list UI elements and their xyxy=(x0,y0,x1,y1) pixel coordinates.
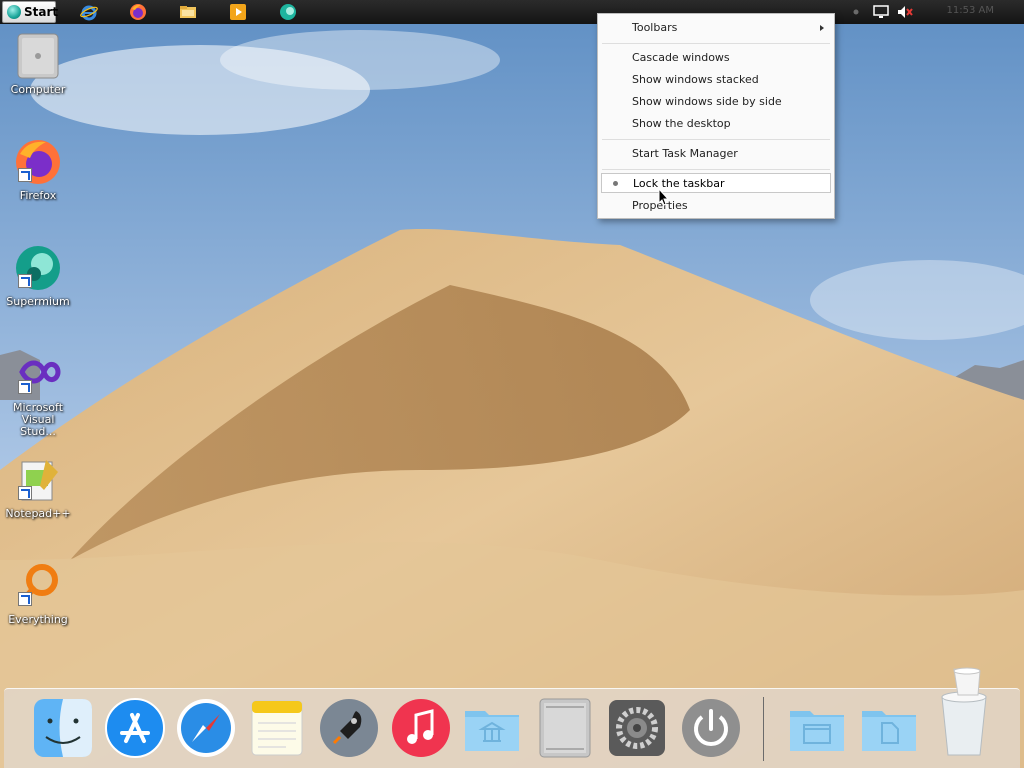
volume-muted-icon[interactable] xyxy=(897,4,913,20)
finder-icon[interactable] xyxy=(32,697,94,759)
menu-separator xyxy=(602,169,830,170)
desktop-icon-label: Everything xyxy=(8,613,68,626)
documents-folder-icon[interactable] xyxy=(786,697,848,759)
start-label: Start xyxy=(24,5,59,19)
trash-icon[interactable] xyxy=(934,667,994,757)
desktop-icon-notepad-plus-plus[interactable]: Notepad++ xyxy=(4,456,72,520)
app-store-icon[interactable] xyxy=(104,697,166,759)
mac-pro-icon[interactable] xyxy=(534,697,596,759)
itunes-icon[interactable] xyxy=(390,697,452,759)
menu-item-show-windows-side-by-side[interactable]: Show windows side by side xyxy=(598,92,834,112)
shortcut-arrow-icon xyxy=(18,274,32,288)
supermium-icon[interactable] xyxy=(279,3,297,21)
menu-item-start-task-manager[interactable]: Start Task Manager xyxy=(598,144,834,164)
desktop-icon-supermium[interactable]: Supermium xyxy=(4,244,72,308)
applications-folder-icon[interactable] xyxy=(461,697,523,759)
desktop-icon-label: Firefox xyxy=(19,189,57,202)
shortcut-arrow-icon xyxy=(18,486,32,500)
taskbar-context-menu: Toolbars Cascade windows Show windows st… xyxy=(597,13,835,219)
menu-item-show-windows-stacked[interactable]: Show windows stacked xyxy=(598,70,834,90)
shortcut-arrow-icon xyxy=(18,168,32,182)
taskbar: Start 11:53 AM xyxy=(0,0,1024,24)
safari-icon[interactable] xyxy=(175,697,237,759)
computer-icon xyxy=(17,33,59,79)
desktop-icon-label: Supermium xyxy=(6,295,70,308)
desktop-icon-everything[interactable]: Everything xyxy=(4,562,72,626)
menu-item-lock-the-taskbar[interactable]: Lock the taskbar xyxy=(601,173,831,193)
shutdown-icon[interactable] xyxy=(680,697,742,759)
menu-item-properties[interactable]: Properties xyxy=(598,196,834,216)
menu-separator xyxy=(602,139,830,140)
notification-dot-icon xyxy=(853,9,859,15)
desktop-icon-firefox[interactable]: Firefox xyxy=(4,138,72,202)
dock-separator xyxy=(763,697,764,761)
desktop[interactable]: Start 11:53 AM Computer Firefox Supermiu… xyxy=(0,0,1024,768)
downloads-folder-icon[interactable] xyxy=(858,697,920,759)
menu-separator xyxy=(602,43,830,44)
system-preferences-icon[interactable] xyxy=(606,697,668,759)
desert-wallpaper xyxy=(0,0,1024,768)
desktop-icon-computer[interactable]: Computer xyxy=(4,32,72,96)
shortcut-arrow-icon xyxy=(18,380,32,394)
dock xyxy=(4,667,1020,768)
file-explorer-icon[interactable] xyxy=(179,3,197,21)
clock[interactable]: 11:53 AM xyxy=(947,5,994,16)
launchpad-icon[interactable] xyxy=(318,697,380,759)
start-button[interactable]: Start xyxy=(2,1,59,23)
start-orb-icon xyxy=(7,5,21,19)
internet-explorer-icon[interactable] xyxy=(80,3,98,21)
menu-item-toolbars[interactable]: Toolbars xyxy=(598,18,834,38)
desktop-icon-label: Notepad++ xyxy=(5,507,71,520)
menu-item-show-the-desktop[interactable]: Show the desktop xyxy=(598,114,834,134)
desktop-icon-label: Computer xyxy=(10,83,66,96)
menu-item-cascade-windows[interactable]: Cascade windows xyxy=(598,48,834,68)
firefox-icon[interactable] xyxy=(129,3,147,21)
network-icon[interactable] xyxy=(873,4,889,20)
desktop-icon-label: Microsoft Visual Stud... xyxy=(12,401,64,438)
submenu-arrow-icon xyxy=(820,25,824,31)
shortcut-arrow-icon xyxy=(18,592,32,606)
desktop-icon-visual-studio[interactable]: Microsoft Visual Stud... xyxy=(4,350,72,438)
mouse-cursor-icon xyxy=(658,188,670,206)
media-player-icon[interactable] xyxy=(229,3,247,21)
checked-radio-icon xyxy=(613,181,618,186)
notes-icon[interactable] xyxy=(246,697,308,759)
